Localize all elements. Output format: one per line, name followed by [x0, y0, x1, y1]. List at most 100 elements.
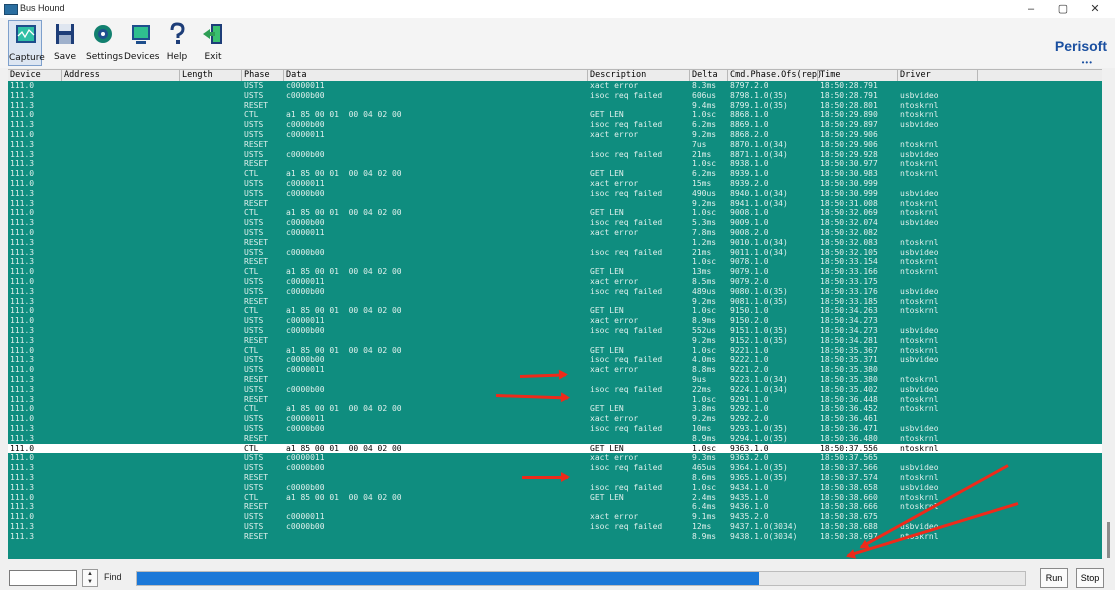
cell-driver: ntoskrnl	[900, 237, 939, 247]
table-row[interactable]: 111.0 USTS c0000011 xact error 8.5ms 9079.2.0…	[8, 277, 1102, 287]
column-header-data[interactable]: Data	[284, 70, 588, 81]
find-input[interactable]	[9, 570, 77, 586]
find-spin-button[interactable]: ▲ ▼	[82, 569, 98, 587]
cell-delta: 5.3ms	[692, 218, 717, 228]
table-row[interactable]: 111.0 CTL a1 85 00 01 00 04 02 00 GET LEN 1.…	[8, 110, 1102, 120]
cell-driver: usbvideo	[900, 463, 939, 473]
cell-cmd-phase: 9293.1.0(35)	[730, 424, 788, 433]
column-header-address[interactable]: Address	[62, 70, 180, 81]
table-row[interactable]: 111.3 USTS c0000b00 isoc req failed 5.3ms 900…	[8, 218, 1102, 228]
cell-device: 111.0	[10, 267, 35, 277]
table-row[interactable]: 111.0 CTL a1 85 00 01 00 04 02 00 GET LEN 1.…	[8, 208, 1102, 218]
cell-cmd-phase: 9435.1.0	[730, 492, 769, 502]
cell-phase: RESET	[244, 296, 269, 306]
column-header-length[interactable]: Length	[180, 70, 242, 81]
scrollbar-thumb[interactable]	[1107, 522, 1110, 558]
column-header-device[interactable]: Device	[8, 70, 62, 81]
cell-delta: 490us	[692, 188, 717, 198]
cell-cmd-phase: 8797.2.0	[730, 81, 769, 90]
table-row[interactable]: 111.3 USTS c0000b00 isoc req failed 1.0sc 943…	[8, 483, 1102, 493]
cell-phase: CTL	[244, 267, 259, 277]
table-row[interactable]: 111.0 CTL a1 85 00 01 00 04 02 00 GET LEN 3.…	[8, 404, 1102, 414]
cell-description: isoc req failed	[590, 218, 663, 228]
table-row[interactable]: 111.3 RESET 1.0sc 8938.1.0 18:50:30.977 ntosk…	[8, 159, 1102, 169]
table-row[interactable]: 111.0 CTL a1 85 00 01 00 04 02 00 GET LEN 13…	[8, 267, 1102, 277]
cell-delta: 1.0sc	[692, 394, 717, 404]
table-row[interactable]: 111.0 USTS c0000011 xact error 9.3ms 9363.2.0…	[8, 453, 1102, 463]
table-row[interactable]: 111.3 RESET 7us 8870.1.0(34) 18:50:29.906 nto…	[8, 140, 1102, 150]
cell-delta: 4.0ms	[692, 355, 717, 365]
devices-button[interactable]: Devices	[124, 20, 159, 66]
cell-device: 111.0	[10, 110, 35, 120]
table-row[interactable]: 111.3 USTS c0000b00 isoc req failed 22ms 9224…	[8, 385, 1102, 395]
cell-delta: 9.3ms	[692, 453, 717, 463]
table-row[interactable]: 111.3 RESET 8.9ms 9438.1.0(3034) 18:50:38.69…	[8, 532, 1102, 542]
cell-data: c0000011	[286, 453, 325, 463]
cell-description: isoc req failed	[590, 90, 663, 100]
help-button[interactable]: Help	[160, 20, 194, 66]
column-header-driver[interactable]: Driver	[898, 70, 978, 81]
table-row[interactable]: 111.3 RESET 1.0sc 9078.1.0 18:50:33.154 ntosk…	[8, 257, 1102, 267]
table-row[interactable]: 111.3 USTS c0000b00 isoc req failed 21ms 9011…	[8, 248, 1102, 258]
table-row[interactable]: 111.0 CTL a1 85 00 01 00 04 02 00 GET LEN 1.…	[8, 346, 1102, 356]
close-button[interactable]: ✕	[1082, 1, 1108, 17]
table-row[interactable]: 111.3 USTS c0000b00 isoc req failed 490us 894…	[8, 189, 1102, 199]
table-row[interactable]: 111.3 RESET 1.2ms 9010.1.0(34) 18:50:32.083 n…	[8, 238, 1102, 248]
cell-description: GET LEN	[590, 492, 624, 502]
table-row[interactable]: 111.0 CTL a1 85 00 01 00 04 02 00 GET LEN 1.…	[8, 306, 1102, 316]
table-row[interactable]: 111.0 USTS c0000011 xact error 7.8ms 9008.2.0…	[8, 228, 1102, 238]
table-row[interactable]: 111.3 USTS c0000b00 isoc req failed 6.2ms 886…	[8, 120, 1102, 130]
cell-data: a1 85 00 01 00 04 02 00	[286, 267, 402, 277]
maximize-button[interactable]: ▢	[1050, 1, 1076, 17]
cell-driver: ntoskrnl	[900, 375, 939, 384]
table-row[interactable]: 111.3 RESET 9.2ms 8941.1.0(34) 18:50:31.008 n…	[8, 199, 1102, 209]
capture-button[interactable]: Capture	[8, 20, 45, 66]
table-row[interactable]: 111.0 CTL a1 85 00 01 00 04 02 00 GET LEN 1.…	[8, 443, 1102, 454]
cell-description: isoc req failed	[590, 355, 663, 365]
settings-button[interactable]: Settings	[86, 20, 123, 66]
cell-time: 18:50:37.574	[820, 473, 878, 482]
table-row[interactable]: 111.0 CTL a1 85 00 01 00 04 02 00 GET LEN 6.…	[8, 169, 1102, 179]
table-row[interactable]: 111.3 RESET 9.2ms 9152.1.0(35) 18:50:34.281 n…	[8, 336, 1102, 346]
cell-time: 18:50:33.154	[820, 257, 878, 267]
table-row[interactable]: 111.0 USTS c0000011 xact error 15ms 8939.2.0 1…	[8, 179, 1102, 189]
table-row[interactable]: 111.3 USTS c0000b00 isoc req failed 10ms 9293…	[8, 424, 1102, 434]
column-header-cmd-phase[interactable]: Cmd.Phase.Ofs(rep)	[728, 70, 822, 81]
table-row[interactable]: 111.0 USTS c0000011 xact error 9.1ms 9435.2.0…	[8, 512, 1102, 522]
table-row[interactable]: 111.3 RESET 8.9ms 9294.1.0(35) 18:50:36.480 n…	[8, 434, 1102, 444]
table-row[interactable]: 111.3 RESET 9.2ms 9081.1.0(35) 18:50:33.185 n…	[8, 297, 1102, 307]
cell-driver: ntoskrnl	[900, 443, 939, 453]
table-row[interactable]: 111.3 USTS c0000b00 isoc req failed 489us 908…	[8, 287, 1102, 297]
table-row[interactable]: 111.0 USTS c0000011 xact error 8.9ms 9150.2.0…	[8, 316, 1102, 326]
cell-data: c0000011	[286, 130, 325, 139]
column-header-description[interactable]: Description	[588, 70, 690, 81]
cell-driver: ntoskrnl	[900, 208, 939, 218]
table-row[interactable]: 111.0 USTS c0000011 xact error 9.2ms 8868.2.0…	[8, 130, 1102, 140]
cell-driver: ntoskrnl	[900, 257, 939, 267]
table-row[interactable]: 111.3 USTS c0000b00 isoc req failed 552us 915…	[8, 326, 1102, 336]
minimize-button[interactable]: –	[1018, 1, 1044, 17]
capture-grid[interactable]: 111.3 RESET 8.9ms 9438.1.0(3034) 18:50:38.69…	[8, 81, 1102, 559]
table-row[interactable]: 111.3 USTS c0000b00 isoc req failed 465us 936…	[8, 463, 1102, 473]
cell-phase: RESET	[244, 139, 269, 149]
column-header-phase[interactable]: Phase	[242, 70, 284, 81]
table-row[interactable]: 111.0 USTS c0000011 xact error 9.2ms 9292.2.0…	[8, 414, 1102, 424]
table-row[interactable]: 111.3 USTS c0000b00 isoc req failed 21ms 8871…	[8, 150, 1102, 160]
cell-cmd-phase: 9291.1.0	[730, 394, 769, 404]
column-header-delta[interactable]: Delta	[690, 70, 728, 81]
vertical-scrollbar[interactable]	[1102, 69, 1115, 559]
table-row[interactable]: 111.0 CTL a1 85 00 01 00 04 02 00 GET LEN 2.…	[8, 493, 1102, 503]
table-row[interactable]: 111.3 USTS c0000b00 isoc req failed 4.0ms 922…	[8, 355, 1102, 365]
table-row[interactable]: 111.3 USTS c0000b00 isoc req failed 606us 879…	[8, 91, 1102, 101]
save-label: Save	[53, 52, 77, 62]
cell-data: a1 85 00 01 00 04 02 00	[286, 208, 402, 218]
cell-device: 111.3	[10, 375, 35, 384]
run-button[interactable]: Run	[1040, 568, 1068, 588]
table-row[interactable]: 111.0 USTS c0000011 xact error 8.3ms 8797.2.0…	[8, 81, 1102, 91]
status-bar: ▲ ▼ Find Run Stop	[0, 564, 1115, 590]
save-button[interactable]: Save	[48, 20, 82, 66]
table-row[interactable]: 111.3 RESET 9.4ms 8799.1.0(35) 18:50:28.801 n…	[8, 101, 1102, 111]
exit-button[interactable]: Exit	[196, 20, 230, 66]
stop-button[interactable]: Stop	[1076, 568, 1104, 588]
column-header-time[interactable]: Time	[818, 70, 898, 81]
